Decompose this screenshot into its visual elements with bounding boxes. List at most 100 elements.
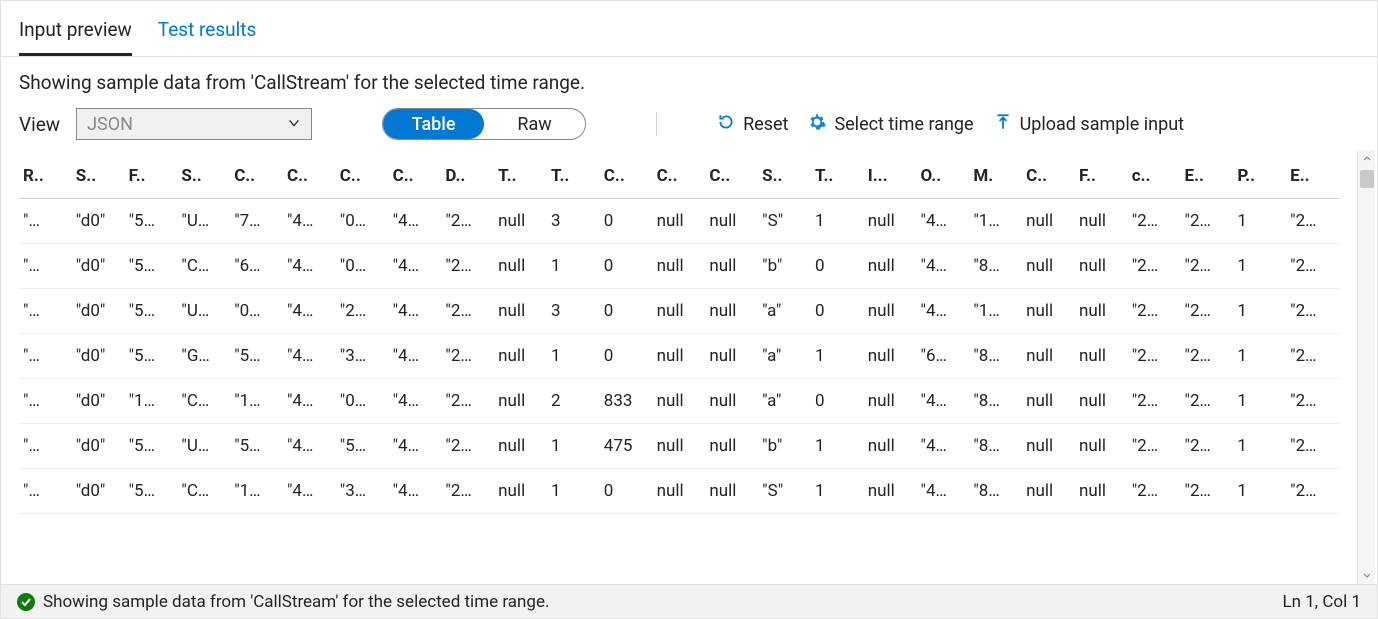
table-cell: "C… <box>177 244 230 289</box>
table-cell: 2 <box>547 379 600 424</box>
column-header[interactable]: I... <box>864 150 917 199</box>
column-header[interactable]: O.. <box>917 150 970 199</box>
table-cell: "2… <box>1128 289 1181 334</box>
column-header[interactable]: T.. <box>494 150 547 199</box>
table-cell: "2… <box>441 244 494 289</box>
controls-row: View JSON Table Raw Reset Select time ra… <box>1 102 1377 150</box>
column-header[interactable]: D.. <box>441 150 494 199</box>
column-header[interactable]: c.. <box>1128 150 1181 199</box>
column-header[interactable]: S.. <box>72 150 125 199</box>
column-header[interactable]: E.. <box>1181 150 1234 199</box>
column-header[interactable]: M. <box>969 150 1022 199</box>
table-cell: 1 <box>1233 199 1286 244</box>
column-header[interactable]: P.. <box>1233 150 1286 199</box>
table-cell: "2… <box>1128 379 1181 424</box>
table-cell: "b" <box>758 424 811 469</box>
scroll-up-icon[interactable] <box>1358 150 1375 168</box>
table-cell: "2… <box>1128 199 1181 244</box>
table-cell: null <box>494 289 547 334</box>
table-cell: "… <box>19 199 72 244</box>
table-cell: "d0" <box>72 289 125 334</box>
table-cell: "8… <box>969 424 1022 469</box>
table-cell: 0 <box>811 244 864 289</box>
table-cell: null <box>494 334 547 379</box>
table-cell: "2… <box>1128 469 1181 514</box>
scroll-down-icon[interactable] <box>1358 566 1375 584</box>
table-cell: null <box>705 424 758 469</box>
table-cell: "6… <box>917 334 970 379</box>
table-cell: 0 <box>811 289 864 334</box>
table-cell: "b" <box>758 244 811 289</box>
table-cell: "5… <box>336 424 389 469</box>
column-header[interactable]: T.. <box>811 150 864 199</box>
column-header[interactable]: S.. <box>177 150 230 199</box>
scrollbar-vertical[interactable] <box>1357 150 1375 584</box>
column-header[interactable]: T.. <box>547 150 600 199</box>
table-cell: "2… <box>1286 469 1339 514</box>
table-cell: "d0" <box>72 379 125 424</box>
table-row[interactable]: "…"d0""1…"C…"1…"4…"0…"4…"2…null2833nulln… <box>19 379 1339 424</box>
table-row[interactable]: "…"d0""5…"U…"0…"4…"2…"4…"2…null30nullnul… <box>19 289 1339 334</box>
table-cell: 1 <box>811 334 864 379</box>
column-header[interactable]: C.. <box>389 150 442 199</box>
table-cell: 1 <box>811 469 864 514</box>
table-cell: "4… <box>389 379 442 424</box>
toggle-raw[interactable]: Raw <box>484 109 585 139</box>
column-header[interactable]: C.. <box>230 150 283 199</box>
table-cell: 0 <box>600 244 653 289</box>
table-row[interactable]: "…"d0""5…"C…"1…"4…"3…"4…"2…null10nullnul… <box>19 469 1339 514</box>
table-cell: "4… <box>917 469 970 514</box>
column-header[interactable]: F.. <box>1075 150 1128 199</box>
table-cell: "4… <box>389 469 442 514</box>
table-cell: 1 <box>1233 289 1286 334</box>
table-cell: 0 <box>600 334 653 379</box>
table-cell: "4… <box>283 244 336 289</box>
table-cell: "0… <box>230 289 283 334</box>
table-row[interactable]: "…"d0""5…"U…"7…"4…"0…"4…"2…null30nullnul… <box>19 199 1339 244</box>
table-cell: "d0" <box>72 199 125 244</box>
table-cell: "2… <box>1286 424 1339 469</box>
table-cell: "7… <box>230 199 283 244</box>
column-header[interactable]: R.. <box>19 150 72 199</box>
table-cell: "4… <box>283 379 336 424</box>
data-table: R..S..F..S..C..C..C..C..D..T..T..C..C..C… <box>19 150 1339 514</box>
table-cell: 0 <box>811 379 864 424</box>
tab-input-preview[interactable]: Input preview <box>19 12 132 56</box>
format-select[interactable]: JSON <box>76 108 312 140</box>
upload-sample-button[interactable]: Upload sample input <box>994 113 1184 136</box>
tab-bar: Input preview Test results <box>1 1 1377 57</box>
table-cell: 1 <box>547 244 600 289</box>
scroll-thumb[interactable] <box>1360 170 1374 188</box>
table-cell: "5… <box>125 424 178 469</box>
column-header[interactable]: E.. <box>1286 150 1339 199</box>
column-header[interactable]: F.. <box>125 150 178 199</box>
table-cell: "5… <box>125 469 178 514</box>
column-header[interactable]: C.. <box>653 150 706 199</box>
column-header[interactable]: C.. <box>1022 150 1075 199</box>
column-header[interactable]: C.. <box>336 150 389 199</box>
column-header[interactable]: C.. <box>705 150 758 199</box>
table-cell: "2… <box>441 289 494 334</box>
table-cell: "2… <box>1128 244 1181 289</box>
table-cell: "… <box>19 379 72 424</box>
table-cell: 475 <box>600 424 653 469</box>
column-header[interactable]: S.. <box>758 150 811 199</box>
table-cell: null <box>864 424 917 469</box>
table-row[interactable]: "…"d0""5…"C…"6…"4…"0…"4…"2…null10nullnul… <box>19 244 1339 289</box>
table-cell: "2… <box>1181 469 1234 514</box>
column-header[interactable]: C.. <box>283 150 336 199</box>
table-cell: null <box>1022 334 1075 379</box>
table-row[interactable]: "…"d0""5…"G…"5…"4…"3…"4…"2…null10nullnul… <box>19 334 1339 379</box>
table-cell: "S" <box>758 469 811 514</box>
tab-test-results[interactable]: Test results <box>158 12 257 56</box>
reset-button[interactable]: Reset <box>717 113 788 136</box>
table-cell: "4… <box>283 334 336 379</box>
table-cell: "… <box>19 424 72 469</box>
column-header[interactable]: C.. <box>600 150 653 199</box>
toggle-table[interactable]: Table <box>383 109 484 139</box>
select-time-range-button[interactable]: Select time range <box>808 113 973 136</box>
table-row[interactable]: "…"d0""5…"U…"5…"4…"5…"4…"2…null1475nulln… <box>19 424 1339 469</box>
table-cell: null <box>494 469 547 514</box>
view-toggle: Table Raw <box>382 108 586 140</box>
table-cell: "a" <box>758 289 811 334</box>
